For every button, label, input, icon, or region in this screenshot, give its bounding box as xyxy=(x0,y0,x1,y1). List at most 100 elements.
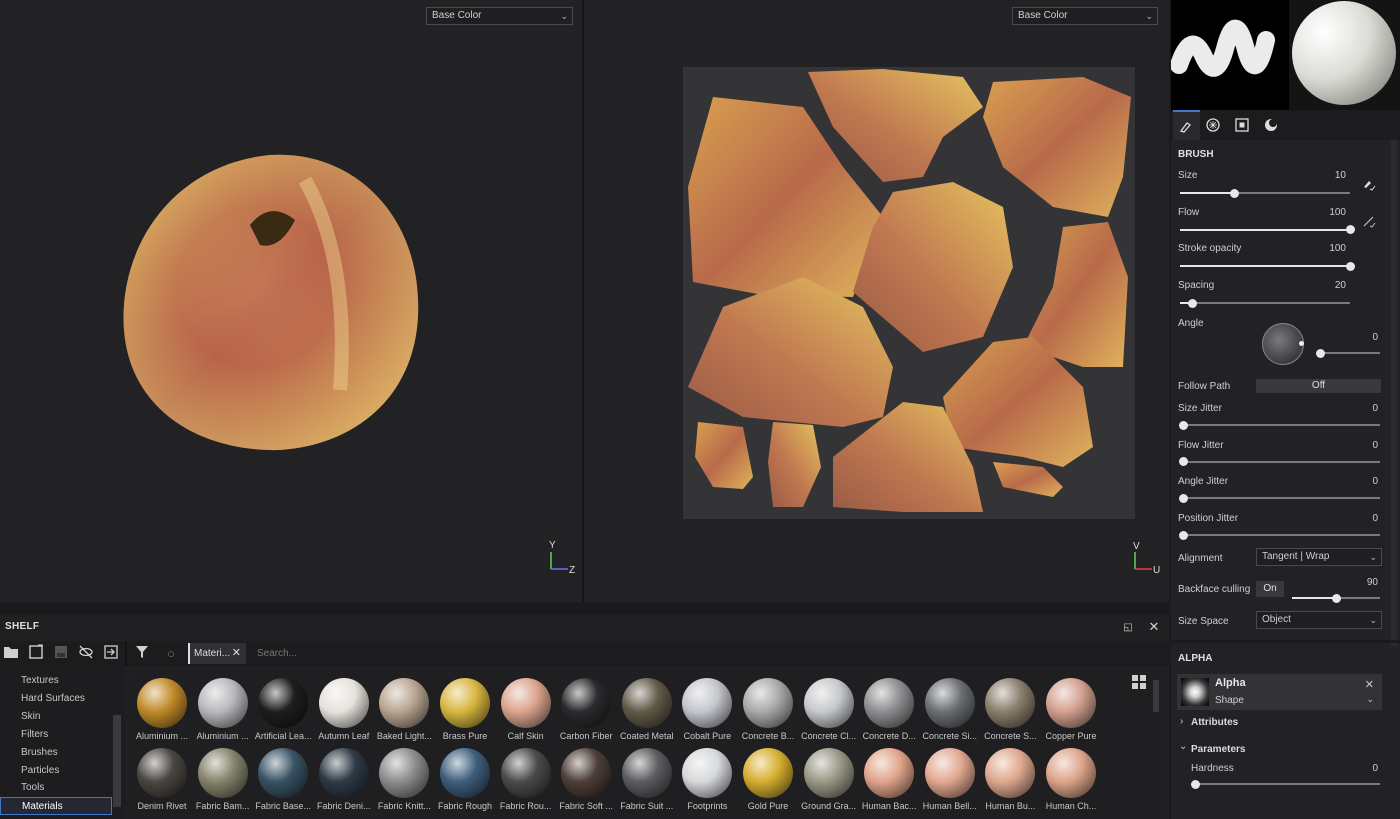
slider-track[interactable] xyxy=(1180,228,1350,231)
import-icon[interactable] xyxy=(101,644,121,664)
material-tile[interactable]: Concrete D... xyxy=(858,678,920,741)
refresh-icon[interactable]: ○ xyxy=(161,644,181,664)
material-tile[interactable]: Aluminium ... xyxy=(192,678,254,741)
backface-angle-knob[interactable] xyxy=(1332,593,1341,603)
chevron-down-icon[interactable]: ⌄ xyxy=(1179,741,1187,752)
alignment-dropdown[interactable]: Tangent | Wrap ⌄ xyxy=(1256,548,1382,566)
panel-scrollbar[interactable] xyxy=(1391,140,1397,646)
material-tile[interactable]: Denim Rivet xyxy=(131,748,193,811)
material-tile[interactable]: Autumn Leaf xyxy=(313,678,375,741)
material-tile[interactable]: Fabric Rough xyxy=(434,748,496,811)
material-tile[interactable]: Human Ch... xyxy=(1040,748,1102,811)
backface-angle-value[interactable]: 90 xyxy=(1348,577,1378,588)
material-tile[interactable]: Fabric Suit ... xyxy=(616,748,678,811)
slider-track[interactable] xyxy=(1180,265,1350,268)
tab-material[interactable] xyxy=(1206,118,1220,135)
jitter-value[interactable]: 0 xyxy=(1348,513,1378,524)
jitter-value[interactable]: 0 xyxy=(1348,476,1378,487)
close-icon[interactable]: ✕ xyxy=(1144,617,1164,637)
channel-dropdown-2d[interactable]: Base Color ⌄ xyxy=(1012,7,1158,25)
backface-culling-toggle[interactable]: On xyxy=(1256,581,1284,597)
chevron-down-icon[interactable]: ⌄ xyxy=(1366,694,1374,705)
category-item[interactable]: Particles xyxy=(0,762,112,780)
channel-dropdown-3d[interactable]: Base Color ⌄ xyxy=(426,7,573,25)
slider-knob[interactable] xyxy=(1188,298,1198,308)
category-item[interactable]: Materials xyxy=(0,797,112,816)
material-tile[interactable]: Footprints xyxy=(676,748,738,811)
material-tile[interactable]: Concrete S... xyxy=(979,678,1041,741)
material-tile[interactable]: Carbon Fiber xyxy=(555,678,617,741)
attributes-header[interactable]: Attributes xyxy=(1191,717,1238,728)
material-tile[interactable]: Brass Pure xyxy=(434,678,496,741)
angle-dial[interactable] xyxy=(1262,323,1304,365)
jitter-slider-knob[interactable] xyxy=(1179,493,1188,503)
jitter-slider[interactable] xyxy=(1182,424,1380,426)
materials-scrollbar[interactable] xyxy=(1153,680,1159,712)
material-tile[interactable]: Cobalt Pure xyxy=(676,678,738,741)
jitter-value[interactable]: 0 xyxy=(1348,403,1378,414)
category-item[interactable]: Filters xyxy=(0,726,112,744)
category-item[interactable]: Tools xyxy=(0,779,112,797)
slider-value[interactable]: 10 xyxy=(1316,170,1346,181)
category-item[interactable]: Hard Surfaces xyxy=(0,690,112,708)
hardness-value[interactable]: 0 xyxy=(1348,763,1378,774)
angle-value[interactable]: 0 xyxy=(1348,332,1378,343)
slider-value[interactable]: 100 xyxy=(1316,243,1346,254)
jitter-slider[interactable] xyxy=(1182,497,1380,500)
hide-icon[interactable] xyxy=(76,644,96,664)
viewport-2d[interactable]: Base Color ⌄ V U xyxy=(584,0,1169,602)
tab-mask[interactable] xyxy=(1235,118,1249,135)
material-tile[interactable]: Baked Light... xyxy=(373,678,435,741)
material-tile[interactable]: Ground Gra... xyxy=(798,748,860,811)
slider-track[interactable] xyxy=(1180,302,1350,305)
material-tile[interactable]: Fabric Base... xyxy=(252,748,314,811)
material-tile[interactable]: Calf Skin xyxy=(495,678,557,741)
material-tile[interactable]: Fabric Soft ... xyxy=(555,748,617,811)
category-item[interactable]: Skin xyxy=(0,708,112,726)
hardness-slider-knob[interactable] xyxy=(1191,779,1200,789)
material-tile[interactable]: Aluminium ... xyxy=(131,678,193,741)
material-tile[interactable]: Concrete Si... xyxy=(919,678,981,741)
jitter-slider[interactable] xyxy=(1182,534,1380,537)
material-tile[interactable]: Fabric Knitt... xyxy=(373,748,435,811)
jitter-slider-knob[interactable] xyxy=(1179,530,1188,540)
viewport-3d[interactable]: Base Color ⌄ Y Z xyxy=(0,0,582,602)
close-icon[interactable]: ✕ xyxy=(232,643,241,664)
slider-knob[interactable] xyxy=(1346,261,1355,271)
material-tile[interactable]: Fabric Deni... xyxy=(313,748,375,811)
material-tile[interactable]: Human Bac... xyxy=(858,748,920,811)
grid-view-icon[interactable] xyxy=(1129,675,1149,695)
save-icon[interactable] xyxy=(51,644,71,664)
jitter-slider-knob[interactable] xyxy=(1179,420,1188,430)
material-tile[interactable]: Human Bu... xyxy=(979,748,1041,811)
slider-value[interactable]: 20 xyxy=(1316,280,1346,291)
folder-icon[interactable] xyxy=(1,644,21,664)
slider-track[interactable] xyxy=(1180,192,1350,194)
follow-path-toggle[interactable]: Off xyxy=(1256,379,1381,393)
material-tile[interactable]: Human Bell... xyxy=(919,748,981,811)
filter-icon[interactable] xyxy=(132,644,152,664)
angle-slider[interactable] xyxy=(1318,352,1380,354)
parameters-header[interactable]: Parameters xyxy=(1191,744,1245,755)
angle-slider-knob[interactable] xyxy=(1316,348,1325,358)
maximize-icon[interactable]: ◱ xyxy=(1118,618,1138,638)
size-space-dropdown[interactable]: Object ⌄ xyxy=(1256,611,1382,629)
category-item[interactable]: Textures xyxy=(0,672,112,690)
material-tile[interactable]: Concrete B... xyxy=(737,678,799,741)
material-tile[interactable]: Copper Pure xyxy=(1040,678,1102,741)
pen-pressure-icon[interactable] xyxy=(1362,214,1376,231)
jitter-slider[interactable] xyxy=(1182,460,1380,463)
material-tile[interactable]: Fabric Bam... xyxy=(192,748,254,811)
search-input[interactable] xyxy=(251,643,1163,664)
material-tile[interactable]: Gold Pure xyxy=(737,748,799,811)
material-tile[interactable]: Concrete Cl... xyxy=(798,678,860,741)
shelf-splitter[interactable] xyxy=(0,602,1169,615)
new-folder-icon[interactable] xyxy=(26,644,46,664)
hardness-slider[interactable] xyxy=(1193,783,1380,785)
category-item[interactable]: Brushes xyxy=(0,744,112,762)
material-tile[interactable]: Fabric Rou... xyxy=(495,748,557,811)
tab-environment[interactable] xyxy=(1264,118,1278,135)
filter-tab-materials[interactable]: Materi... ✕ xyxy=(188,643,246,664)
jitter-value[interactable]: 0 xyxy=(1348,440,1378,451)
slider-knob[interactable] xyxy=(1229,188,1239,198)
